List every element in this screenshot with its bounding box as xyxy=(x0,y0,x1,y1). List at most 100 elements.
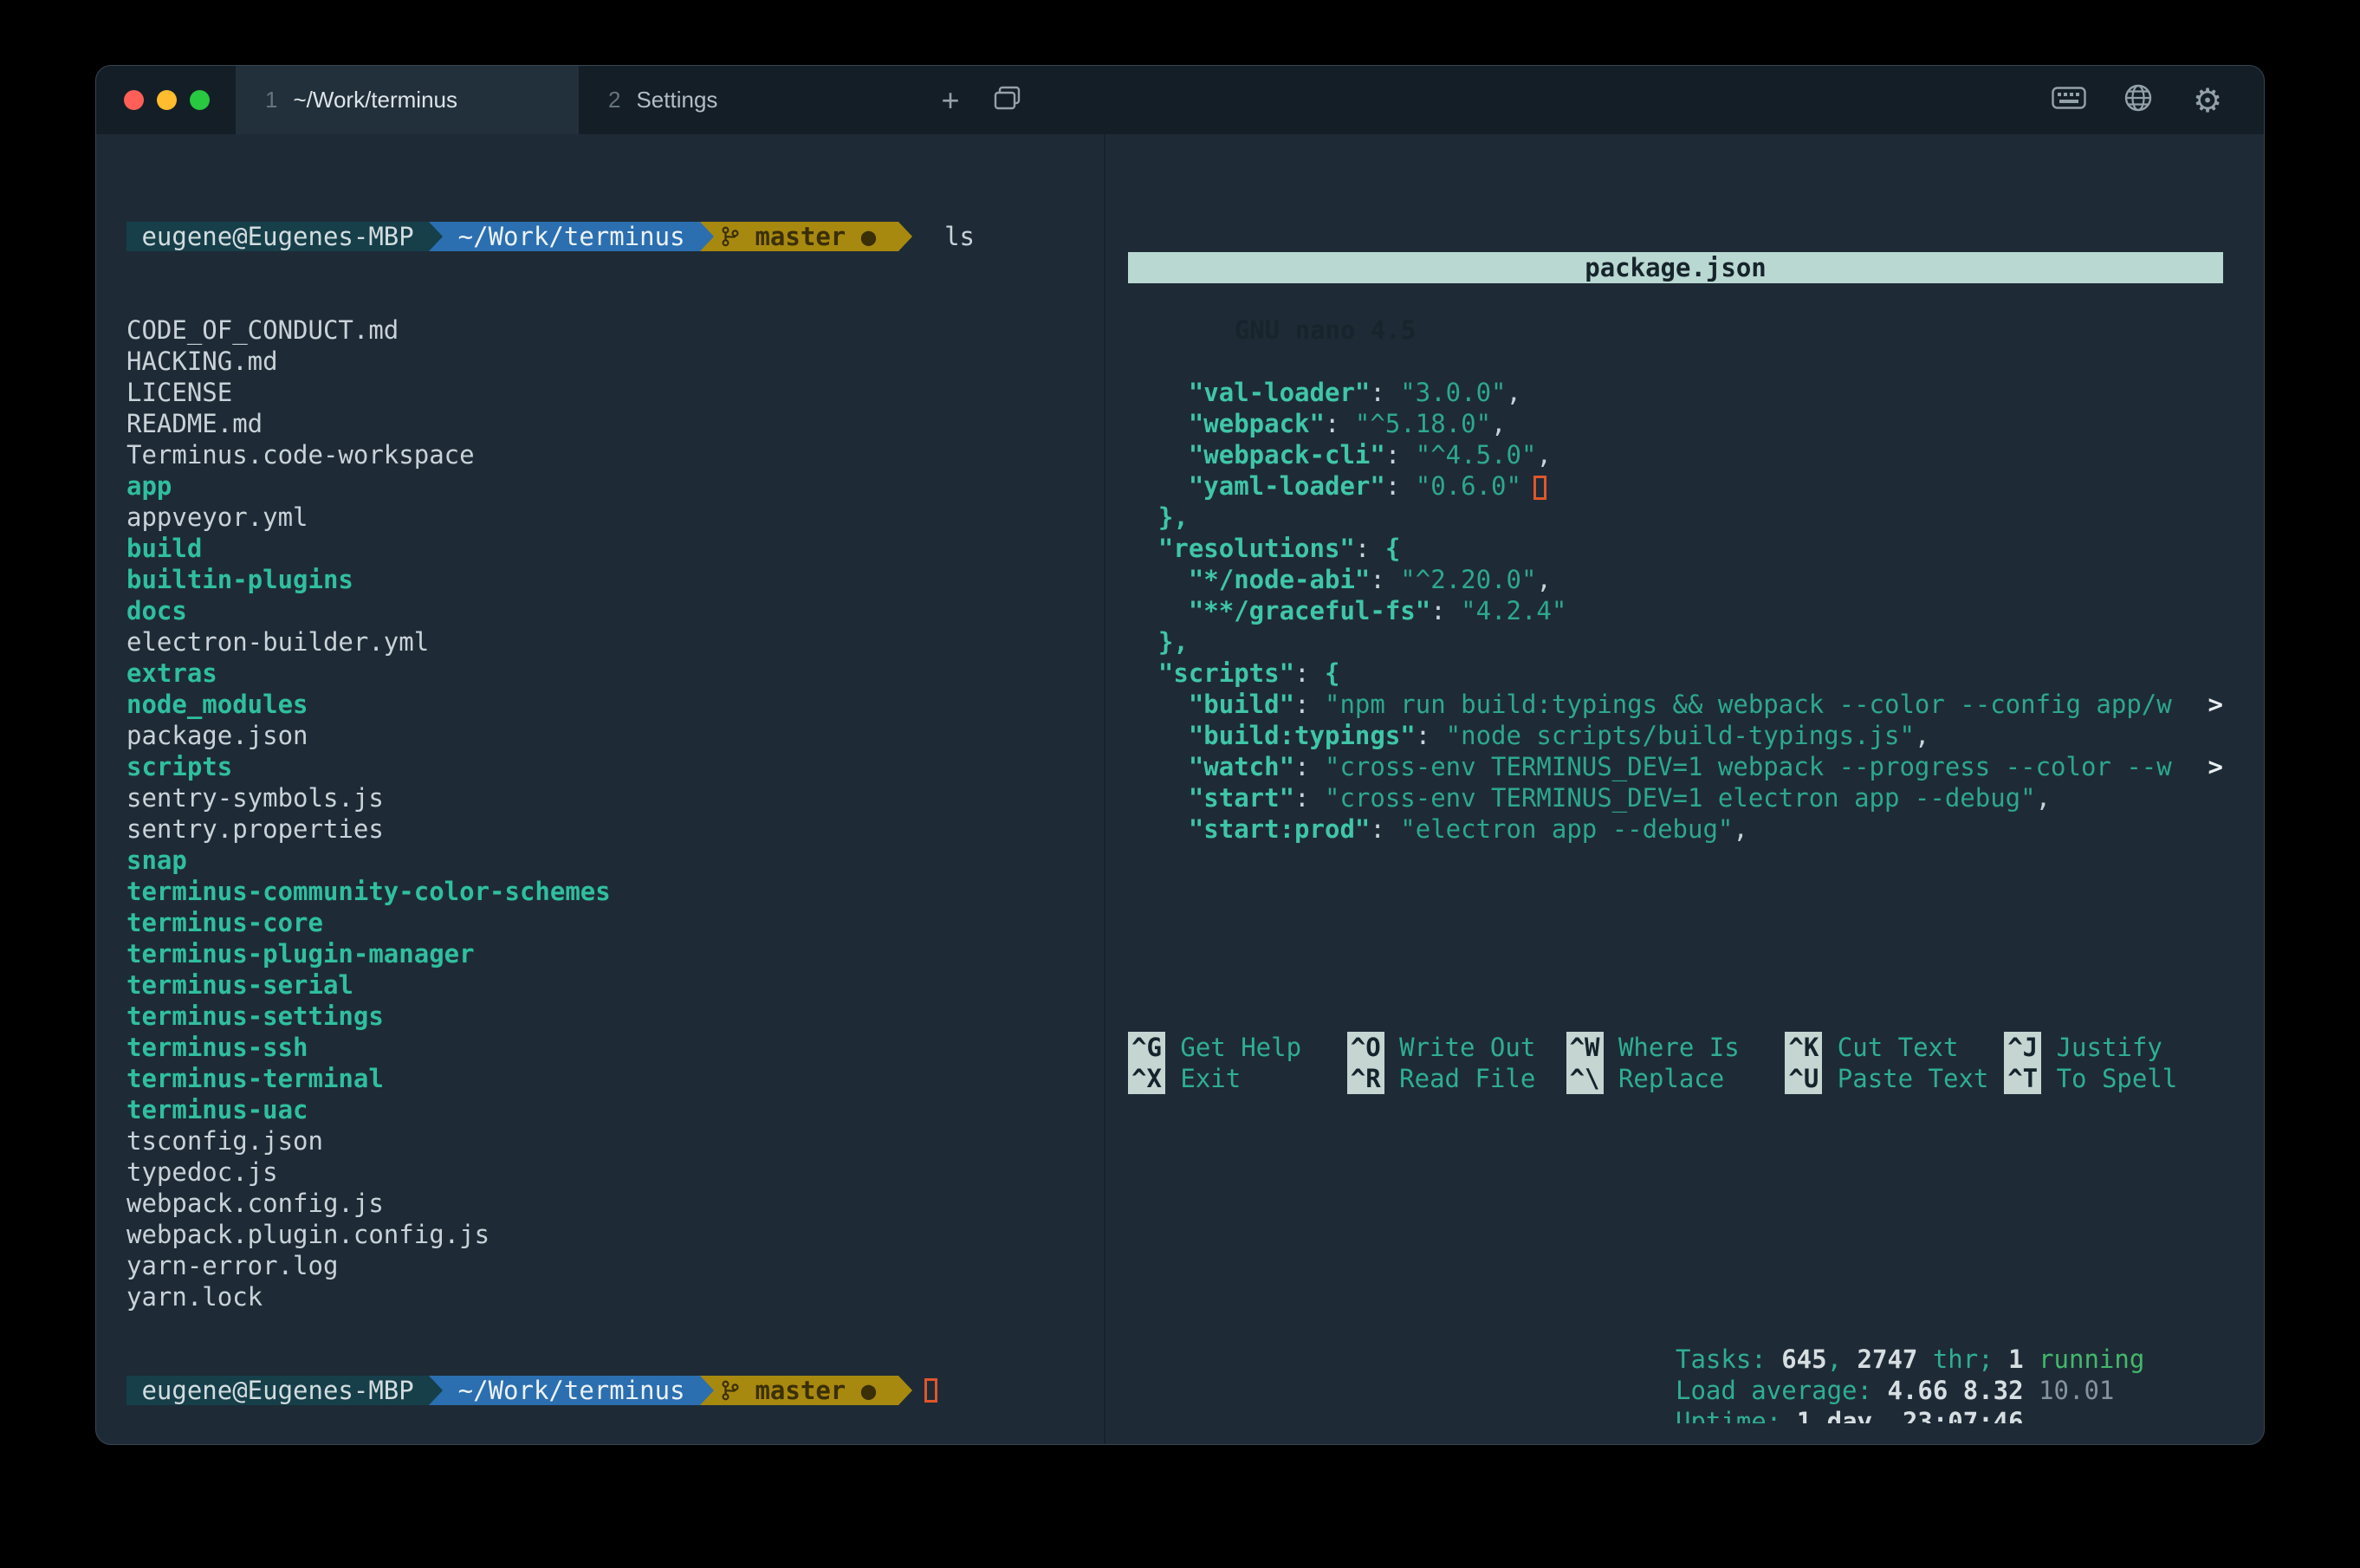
file-entry: extras xyxy=(126,658,1105,689)
file-entry: docs xyxy=(126,595,1105,626)
code-token: , xyxy=(1733,814,1747,844)
htop-stats: Tasks: 645, 2747 thr; 1 runningLoad aver… xyxy=(1676,1344,2144,1423)
powerline-arrow-icon xyxy=(700,222,714,251)
shortcut-key: ^R xyxy=(1347,1063,1384,1094)
code-token: "webpack" xyxy=(1189,409,1325,438)
nano-shortcut: ^J Justify xyxy=(2004,1032,2223,1063)
keyboard-toggle-button[interactable] xyxy=(2047,87,2091,113)
code-token: "start:prod" xyxy=(1189,814,1371,844)
nano-filename: package.json xyxy=(1128,252,2223,283)
nano-line: "webpack-cli": "^4.5.0", xyxy=(1128,439,2223,470)
stats-token: Tasks: xyxy=(1676,1344,1781,1374)
code-token: "resolutions" xyxy=(1158,534,1355,563)
shortcut-label: Cut Text xyxy=(1822,1032,1958,1063)
stats-token: 1 xyxy=(2008,1344,2023,1374)
terminal-pane-right[interactable]: package.json GNU nano 4.5 "val-loader": … xyxy=(1128,159,2223,1423)
stats-line: Load average: 4.66 8.32 10.01 xyxy=(1676,1375,2144,1406)
nano-shortcut: ^G Get Help xyxy=(1128,1032,1347,1063)
file-entry: package.json xyxy=(126,720,1105,751)
web-button[interactable] xyxy=(2117,83,2160,117)
shortcut-label: Write Out xyxy=(1384,1032,1536,1063)
file-entry: yarn.lock xyxy=(126,1281,1105,1312)
nano-line: "yaml-loader": "0.6.0" xyxy=(1128,470,2223,502)
stats-token: running xyxy=(2024,1344,2145,1374)
zoom-button[interactable] xyxy=(190,90,210,110)
prompt-cwd: ~/Work/terminus xyxy=(443,1376,700,1405)
nano-line: "resolutions": { xyxy=(1128,533,2223,564)
stats-token: 8.32 xyxy=(1963,1376,2039,1405)
file-entry: CODE_OF_CONDUCT.md xyxy=(126,314,1105,346)
nano-line: }, xyxy=(1128,502,2223,533)
code-token: , xyxy=(2036,783,2051,813)
terminal-pane-left[interactable]: eugene@Eugenes-MBP ~/Work/terminus maste… xyxy=(126,159,1105,1423)
split-view-button[interactable] xyxy=(979,66,1036,134)
code-token: "^4.5.0" xyxy=(1416,440,1537,470)
git-branch-name: master xyxy=(740,221,861,252)
shortcut-key: ^O xyxy=(1347,1032,1384,1063)
code-token: : xyxy=(1294,752,1325,781)
tab-index: 1 xyxy=(265,87,277,113)
file-entry: snap xyxy=(126,845,1105,876)
code-token: "node scripts/build-typings.js" xyxy=(1446,721,1915,750)
close-button[interactable] xyxy=(124,90,144,110)
file-entry: app xyxy=(126,470,1105,502)
powerline-arrow-icon xyxy=(898,1376,912,1405)
code-token: : xyxy=(1370,814,1400,844)
shortcut-label: Replace xyxy=(1604,1063,1725,1094)
tab-index: 2 xyxy=(608,87,620,113)
globe-icon xyxy=(2123,83,2153,117)
prompt-git-segment: master ● xyxy=(714,222,898,251)
stats-token: 645 xyxy=(1781,1344,1826,1374)
nano-shortcut: ^\ Replace xyxy=(1566,1063,1786,1094)
git-branch-icon xyxy=(721,224,740,249)
htop-meters: 1[|||||||||||| 44.4%] 2[||||| 18.5%] 3[|… xyxy=(1128,1344,2223,1423)
code-token xyxy=(1128,534,1158,563)
file-entry: Terminus.code-workspace xyxy=(126,439,1105,470)
file-entry: webpack.config.js xyxy=(126,1188,1105,1219)
code-token: "^2.20.0" xyxy=(1400,565,1536,594)
shortcut-key: ^X xyxy=(1128,1063,1165,1094)
code-token xyxy=(1128,565,1189,594)
code-token xyxy=(1128,721,1189,750)
prompt-line-2: eugene@Eugenes-MBP ~/Work/terminus maste… xyxy=(126,1375,1105,1406)
git-dirty-indicator: ● xyxy=(861,221,891,252)
nano-line: "webpack": "^5.18.0", xyxy=(1128,408,2223,439)
prompt-git-segment: master ● xyxy=(714,1376,898,1405)
code-token: : xyxy=(1294,658,1325,688)
file-entry: yarn-error.log xyxy=(126,1250,1105,1281)
nano-content: "val-loader": "3.0.0", "webpack": "^5.18… xyxy=(1128,377,2223,845)
shortcut-label: Read File xyxy=(1384,1063,1536,1094)
stats-token: 4.66 xyxy=(1887,1376,1962,1405)
code-token: "3.0.0" xyxy=(1400,378,1506,407)
code-token: , xyxy=(1536,565,1551,594)
nano-line: "val-loader": "3.0.0", xyxy=(1128,377,2223,408)
shortcut-label: Justify xyxy=(2041,1032,2162,1063)
code-token xyxy=(1128,596,1189,625)
terminal-cursor xyxy=(924,1378,937,1403)
new-tab-button[interactable]: + xyxy=(922,66,979,134)
file-entry: appveyor.yml xyxy=(126,502,1105,533)
code-token: { xyxy=(1385,534,1400,563)
shortcut-key: ^K xyxy=(1785,1032,1822,1063)
settings-gear-icon: ⚙ xyxy=(2193,84,2222,117)
typed-command: ls xyxy=(930,221,975,252)
code-token: "npm run build:typings && webpack --colo… xyxy=(1325,690,2172,719)
keyboard-icon xyxy=(2052,87,2086,113)
tab-settings[interactable]: 2 Settings xyxy=(579,66,922,134)
file-entry: terminus-core xyxy=(126,907,1105,938)
code-token: "electron app --debug" xyxy=(1400,814,1733,844)
file-entry: README.md xyxy=(126,408,1105,439)
code-token xyxy=(1128,658,1158,688)
stats-token: 1 day, 23:07:46 xyxy=(1797,1407,2024,1423)
nano-title: GNU nano 4.5 xyxy=(1235,315,1417,345)
minimize-button[interactable] xyxy=(157,90,177,110)
tab-work-terminus[interactable]: 1 ~/Work/terminus xyxy=(236,66,579,134)
stats-token: , xyxy=(1827,1344,1858,1374)
file-entry: tsconfig.json xyxy=(126,1125,1105,1157)
settings-button[interactable]: ⚙ xyxy=(2186,84,2229,117)
nano-cursor xyxy=(1533,476,1546,500)
powerline-arrow-icon xyxy=(898,222,912,251)
code-token: "watch" xyxy=(1189,752,1294,781)
nano-line: "start": "cross-env TERMINUS_DEV=1 elect… xyxy=(1128,782,2223,813)
spacer xyxy=(1128,1157,2223,1250)
